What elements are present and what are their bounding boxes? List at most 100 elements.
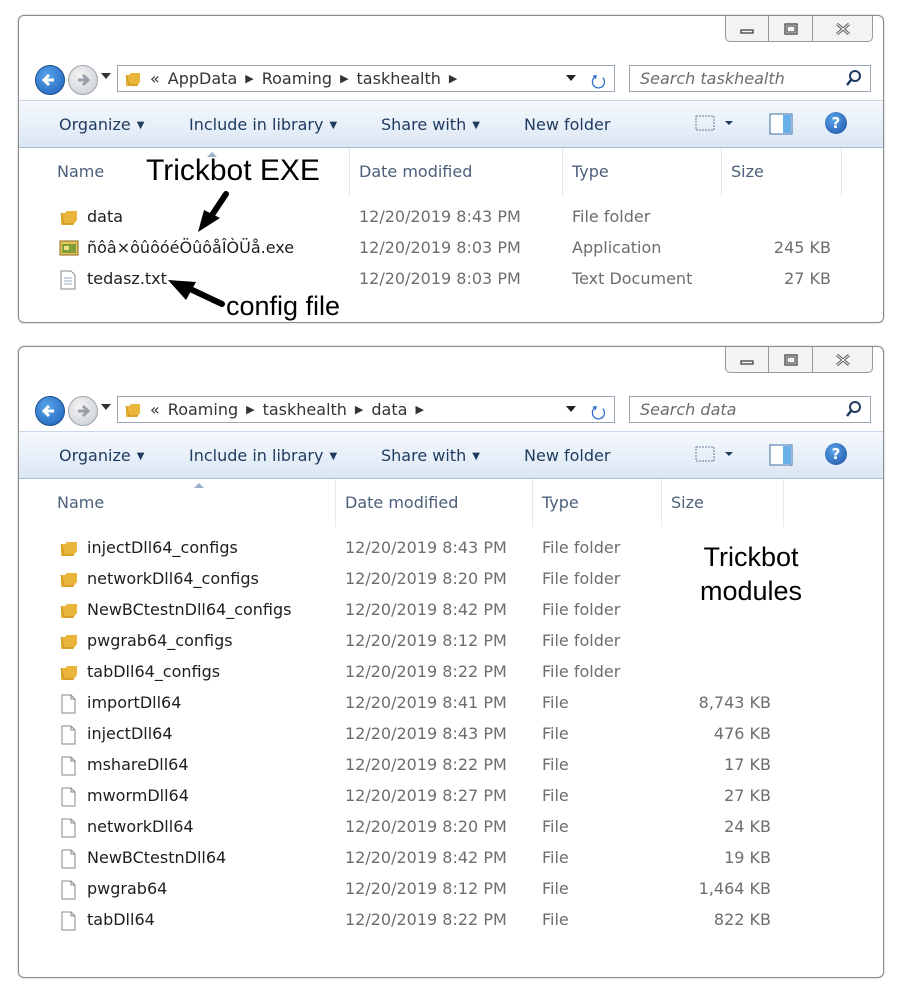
breadcrumb-item[interactable]: AppData	[168, 69, 237, 88]
file-row[interactable]: networkDll64 12/20/2019 8:20 PM File 24 KB	[19, 812, 883, 843]
address-dropdown-icon[interactable]	[566, 75, 576, 81]
search-icon[interactable]	[844, 68, 864, 88]
help-button[interactable]: ?	[825, 112, 847, 134]
file-row[interactable]: pwgrab64_configs 12/20/2019 8:12 PM File f…	[19, 626, 883, 657]
file-date: 12/20/2019 8:12 PM	[345, 631, 507, 650]
file-date: 12/20/2019 8:42 PM	[345, 848, 507, 867]
file-row[interactable]: mshareDll64 12/20/2019 8:22 PM File 17 KB	[19, 750, 883, 781]
back-button[interactable]	[35, 396, 65, 426]
column-name[interactable]: Name	[57, 162, 104, 181]
file-name: mshareDll64	[87, 755, 189, 774]
file-row[interactable]: pwgrab64 12/20/2019 8:12 PM File 1,464 KB	[19, 874, 883, 905]
column-divider[interactable]	[661, 479, 662, 527]
include-in-library-button[interactable]: Include in library ▼	[189, 446, 337, 465]
breadcrumb-separator-icon[interactable]: ▶	[355, 403, 363, 416]
breadcrumb-separator-icon[interactable]: ▶	[449, 72, 457, 85]
file-name: mwormDll64	[87, 786, 189, 805]
file-date: 12/20/2019 8:20 PM	[345, 569, 507, 588]
column-type[interactable]: Type	[572, 162, 609, 181]
breadcrumb-item[interactable]: Roaming	[262, 69, 332, 88]
text-document-icon	[60, 270, 76, 290]
file-size: 27 KB	[784, 269, 831, 288]
breadcrumb-item[interactable]: taskhealth	[357, 69, 441, 88]
file-row[interactable]: tabDll64 12/20/2019 8:22 PM File 822 KB	[19, 905, 883, 936]
breadcrumb-overflow[interactable]: «	[150, 400, 160, 419]
breadcrumb-item[interactable]: taskhealth	[263, 400, 347, 419]
help-button[interactable]: ?	[825, 443, 847, 465]
breadcrumb-item[interactable]: data	[371, 400, 407, 419]
file-row[interactable]: importDll64 12/20/2019 8:41 PM File 8,743 K…	[19, 688, 883, 719]
command-bar: Organize ▼ Include in library ▼ Share with…	[19, 100, 883, 148]
column-divider[interactable]	[783, 479, 784, 527]
breadcrumb-separator-icon[interactable]: ▶	[415, 403, 423, 416]
file-name: networkDll64_configs	[87, 569, 259, 588]
file-row[interactable]: injectDll64 12/20/2019 8:43 PM File 476 KB	[19, 719, 883, 750]
column-divider[interactable]	[721, 148, 722, 196]
forward-button[interactable]	[68, 65, 98, 95]
refresh-icon[interactable]: ⭮	[591, 400, 606, 430]
column-divider[interactable]	[562, 148, 563, 196]
column-divider[interactable]	[335, 479, 336, 527]
column-divider[interactable]	[841, 148, 842, 196]
file-row[interactable]: NewBCtestnDll64 12/20/2019 8:42 PM File 19 …	[19, 843, 883, 874]
minimize-button[interactable]	[725, 16, 769, 42]
share-with-button[interactable]: Share with ▼	[381, 115, 480, 134]
view-list-icon	[695, 446, 733, 462]
file-row-data[interactable]: data 12/20/2019 8:43 PM File folder	[19, 202, 883, 233]
change-view-button[interactable]	[695, 444, 739, 468]
organize-button[interactable]: Organize ▼	[59, 446, 144, 465]
close-button[interactable]	[813, 347, 873, 373]
breadcrumb-item[interactable]: Roaming	[168, 400, 238, 419]
breadcrumb-separator-icon[interactable]: ▶	[245, 72, 253, 85]
maximize-button[interactable]	[769, 16, 813, 42]
file-size: 17 KB	[724, 755, 771, 774]
file-row[interactable]: tabDll64_configs 12/20/2019 8:22 PM File f…	[19, 657, 883, 688]
breadcrumb-separator-icon[interactable]: ▶	[246, 403, 254, 416]
search-input[interactable]: Search data	[629, 396, 871, 423]
forward-button[interactable]	[68, 396, 98, 426]
file-row-txt[interactable]: tedasz.txt 12/20/2019 8:03 PM Text Docum…	[19, 264, 883, 295]
file-date: 12/20/2019 8:41 PM	[345, 693, 507, 712]
column-divider[interactable]	[532, 479, 533, 527]
address-bar[interactable]: « AppData ▶ Roaming ▶ taskhealth ▶ ⭮	[117, 65, 615, 92]
column-date-modified[interactable]: Date modified	[359, 162, 472, 181]
annotation-arrow-config-icon	[168, 280, 225, 307]
column-divider[interactable]	[349, 148, 350, 196]
preview-pane-button[interactable]	[769, 113, 793, 139]
file-size: 8,743 KB	[698, 693, 771, 712]
refresh-icon[interactable]: ⭮	[591, 69, 606, 99]
preview-pane-button[interactable]	[769, 444, 793, 470]
preview-pane-icon	[769, 444, 793, 466]
search-input[interactable]: Search taskhealth	[629, 65, 871, 92]
breadcrumb-separator-icon[interactable]: ▶	[340, 72, 348, 85]
column-type[interactable]: Type	[542, 493, 579, 512]
file-row-exe[interactable]: ñôâ×ôûôóéÖûôåÎÒÜå.exe 12/20/2019 8:03 PM…	[19, 233, 883, 264]
search-icon[interactable]	[844, 399, 864, 419]
close-button[interactable]	[813, 16, 873, 42]
search-placeholder: Search taskhealth	[640, 69, 785, 88]
column-date-modified[interactable]: Date modified	[345, 493, 458, 512]
organize-button[interactable]: Organize ▼	[59, 115, 144, 134]
file-type: File	[542, 817, 569, 836]
column-size[interactable]: Size	[671, 493, 704, 512]
recent-pages-dropdown[interactable]	[101, 404, 111, 410]
maximize-button[interactable]	[769, 347, 813, 373]
file-row[interactable]: mwormDll64 12/20/2019 8:27 PM File 27 KB	[19, 781, 883, 812]
address-row: « Roaming ▶ taskhealth ▶ data ▶ ⭮ Search…	[35, 395, 871, 426]
new-folder-button[interactable]: New folder	[524, 115, 610, 134]
change-view-button[interactable]	[695, 113, 739, 137]
column-name[interactable]: Name	[57, 493, 104, 512]
address-dropdown-icon[interactable]	[566, 406, 576, 412]
share-with-button[interactable]: Share with ▼	[381, 446, 480, 465]
breadcrumb-overflow[interactable]: «	[150, 69, 160, 88]
back-button[interactable]	[35, 65, 65, 95]
include-in-library-button[interactable]: Include in library ▼	[189, 115, 337, 134]
share-label: Share with	[381, 115, 467, 134]
column-size[interactable]: Size	[731, 162, 764, 181]
address-bar[interactable]: « Roaming ▶ taskhealth ▶ data ▶ ⭮	[117, 396, 615, 423]
new-folder-button[interactable]: New folder	[524, 446, 610, 465]
chevron-down-icon: ▼	[472, 120, 480, 131]
recent-pages-dropdown[interactable]	[101, 73, 111, 79]
minimize-button[interactable]	[725, 347, 769, 373]
command-bar: Organize ▼ Include in library ▼ Share with…	[19, 431, 883, 479]
